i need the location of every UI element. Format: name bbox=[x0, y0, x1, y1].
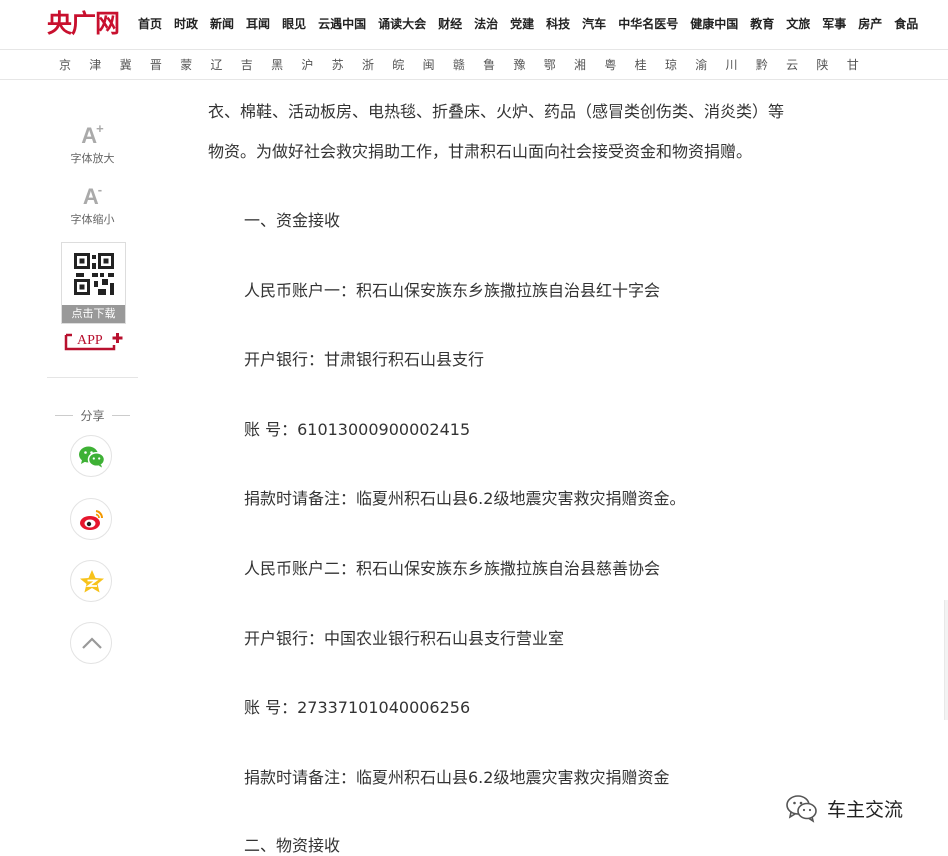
article-line: 捐款时请备注：临夏州积石山县6.2级地震灾害救灾捐赠资金。 bbox=[244, 489, 686, 508]
font-decrease-button[interactable]: A- 字体缩小 bbox=[47, 178, 138, 227]
province-link[interactable]: 冀 bbox=[120, 56, 150, 73]
article-line: 账 号：61013000900002415 bbox=[244, 420, 471, 439]
province-link[interactable]: 鄂 bbox=[544, 56, 574, 73]
article-line: 人民币账户二：积石山保安族东乡族撒拉族自治县慈善协会 bbox=[244, 559, 661, 578]
province-link[interactable]: 晋 bbox=[150, 56, 180, 73]
weibo-icon bbox=[80, 510, 104, 530]
province-link[interactable]: 皖 bbox=[392, 56, 422, 73]
nav-item[interactable]: 文旅 bbox=[786, 0, 810, 49]
province-link[interactable]: 云 bbox=[786, 56, 816, 73]
back-to-top-button[interactable] bbox=[70, 622, 112, 664]
province-link[interactable]: 黔 bbox=[756, 56, 786, 73]
province-link[interactable]: 甘 bbox=[847, 56, 877, 73]
share-wechat-button[interactable] bbox=[70, 435, 112, 477]
font-decrease-sup: - bbox=[97, 182, 103, 197]
nav-item[interactable]: 首页 bbox=[138, 0, 162, 49]
nav-item[interactable]: 军事 bbox=[822, 0, 846, 49]
nav-item[interactable]: 房产 bbox=[858, 0, 882, 49]
font-increase-button[interactable]: A+ 字体放大 bbox=[47, 117, 138, 166]
qzone-star-icon bbox=[80, 570, 104, 593]
province-bar: 京 津 冀 晋 蒙 辽 吉 黑 沪 苏 浙 皖 闽 赣 鲁 豫 鄂 湘 粤 桂 … bbox=[0, 50, 948, 80]
main-nav: 首页 时政 新闻 耳闻 眼见 云遇中国 诵读大会 财经 法治 党建 科技 汽车 … bbox=[138, 0, 930, 49]
share-qzone-button[interactable] bbox=[70, 560, 112, 602]
section-heading: 一、资金接收 bbox=[244, 211, 341, 230]
tools-divider bbox=[47, 377, 138, 378]
province-link[interactable]: 蒙 bbox=[180, 56, 210, 73]
province-link[interactable]: 沪 bbox=[301, 56, 331, 73]
province-link[interactable]: 苏 bbox=[332, 56, 362, 73]
font-decrease-label: 字体缩小 bbox=[70, 213, 115, 226]
province-link[interactable]: 豫 bbox=[513, 56, 543, 73]
nav-item[interactable]: 耳闻 bbox=[246, 0, 270, 49]
nav-item[interactable]: 教育 bbox=[750, 0, 774, 49]
province-link[interactable]: 琼 bbox=[665, 56, 695, 73]
province-link[interactable]: 川 bbox=[726, 56, 756, 73]
top-nav-bar: 央广网 首页 时政 新闻 耳闻 眼见 云遇中国 诵读大会 财经 法治 党建 科技… bbox=[0, 0, 948, 50]
article-line: 开户银行：中国农业银行积石山县支行营业室 bbox=[244, 629, 565, 648]
section-heading: 二、物资接收 bbox=[244, 836, 341, 855]
wechat-icon bbox=[79, 446, 106, 468]
font-increase-icon: A+ bbox=[47, 117, 138, 148]
province-link[interactable]: 辽 bbox=[210, 56, 240, 73]
article-tools: A+ 字体放大 A- 字体缩小 点击下载 APP 分享 bbox=[47, 80, 138, 849]
download-label: 点击下载 bbox=[62, 305, 125, 323]
app-badge[interactable]: APP bbox=[64, 331, 124, 353]
nav-item[interactable]: 眼见 bbox=[282, 0, 306, 49]
nav-item[interactable]: 健康中国 bbox=[690, 0, 738, 49]
article-line: 人民币账户一：积石山保安族东乡族撒拉族自治县红十字会 bbox=[244, 281, 661, 300]
share-title: 分享 bbox=[47, 407, 138, 424]
nav-item[interactable]: 法治 bbox=[474, 0, 498, 49]
app-label: APP bbox=[77, 333, 103, 348]
nav-item[interactable]: 诵读大会 bbox=[378, 0, 426, 49]
font-increase-glyph: A bbox=[81, 123, 98, 148]
article-line: 衣、棉鞋、活动板房、电热毯、折叠床、火炉、药品（感冒类创伤类、消炎类）等 bbox=[208, 102, 785, 121]
province-link[interactable]: 渝 bbox=[695, 56, 725, 73]
province-link[interactable]: 粤 bbox=[604, 56, 634, 73]
article-line: 开户银行：甘肃银行积石山县支行 bbox=[244, 350, 485, 369]
site-logo[interactable]: 央广网 bbox=[47, 9, 120, 39]
article-line: 账 号：27337101040006256 bbox=[244, 698, 471, 717]
nav-item[interactable]: 汽车 bbox=[582, 0, 606, 49]
chevron-up-icon bbox=[82, 637, 102, 649]
nav-item[interactable]: 云遇中国 bbox=[318, 0, 366, 49]
font-increase-sup: + bbox=[96, 121, 104, 136]
qr-code-icon bbox=[74, 253, 114, 295]
wechat-watermark-icon bbox=[786, 795, 817, 823]
share-weibo-button[interactable] bbox=[70, 498, 112, 540]
font-increase-label: 字体放大 bbox=[70, 152, 115, 165]
font-decrease-icon: A- bbox=[47, 178, 138, 209]
nav-item[interactable]: 时政 bbox=[174, 0, 198, 49]
province-link[interactable]: 津 bbox=[89, 56, 119, 73]
province-link[interactable]: 桂 bbox=[635, 56, 665, 73]
app-download-qr[interactable]: 点击下载 bbox=[61, 242, 126, 324]
watermark: 车主交流 bbox=[785, 791, 903, 825]
province-list: 京 津 冀 晋 蒙 辽 吉 黑 沪 苏 浙 皖 闽 赣 鲁 豫 鄂 湘 粤 桂 … bbox=[59, 50, 877, 79]
nav-item[interactable]: 党建 bbox=[510, 0, 534, 49]
watermark-text: 车主交流 bbox=[827, 798, 904, 821]
right-edge-panel bbox=[944, 600, 948, 720]
nav-item[interactable]: 食品 bbox=[894, 0, 918, 49]
font-decrease-glyph: A bbox=[82, 184, 99, 209]
province-link[interactable]: 黑 bbox=[271, 56, 301, 73]
nav-item[interactable]: 科技 bbox=[546, 0, 570, 49]
province-link[interactable]: 湘 bbox=[574, 56, 604, 73]
province-link[interactable]: 鲁 bbox=[483, 56, 513, 73]
nav-item[interactable]: 中华名医号 bbox=[618, 0, 678, 49]
article-line: 物资。为做好社会救灾捐助工作，甘肃积石山面向社会接受资金和物资捐赠。 bbox=[208, 142, 753, 161]
province-link[interactable]: 闽 bbox=[423, 56, 453, 73]
province-link[interactable]: 吉 bbox=[241, 56, 271, 73]
province-link[interactable]: 赣 bbox=[453, 56, 483, 73]
article-line: 捐款时请备注：临夏州积石山县6.2级地震灾害救灾捐赠资金 bbox=[244, 768, 670, 787]
province-link[interactable]: 京 bbox=[59, 56, 89, 73]
province-link[interactable]: 陕 bbox=[816, 56, 846, 73]
province-link[interactable]: 浙 bbox=[362, 56, 392, 73]
nav-item[interactable]: 新闻 bbox=[210, 0, 234, 49]
nav-item[interactable]: 财经 bbox=[438, 0, 462, 49]
